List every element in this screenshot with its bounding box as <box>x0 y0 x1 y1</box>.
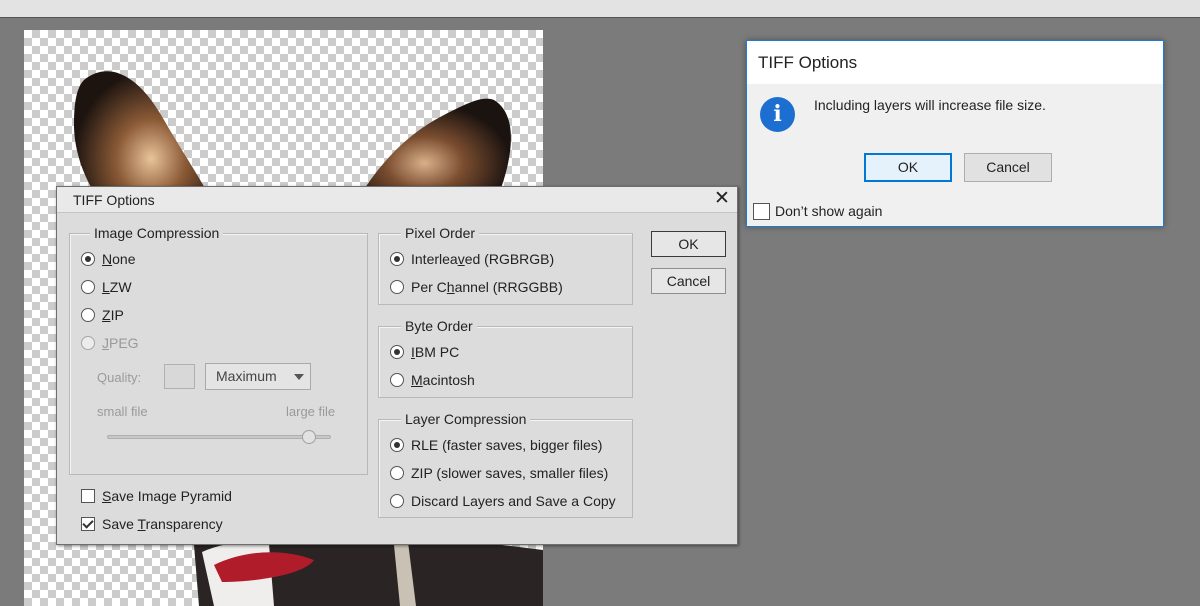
quality-input <box>164 364 195 389</box>
layer-compression-discard-option[interactable]: Discard Layers and Save a Copy <box>390 492 616 510</box>
compression-none-option[interactable]: None <box>81 250 135 268</box>
chevron-down-icon <box>294 374 304 380</box>
message-cancel-button[interactable]: Cancel <box>964 153 1052 182</box>
dialog-titlebar[interactable]: TIFF Options ✕ <box>57 187 737 213</box>
byte-order-mac-option[interactable]: Macintosh <box>390 371 475 389</box>
message-box-title: TIFF Options <box>758 53 858 72</box>
message-text: Including layers will increase file size… <box>814 97 1046 113</box>
compression-none-label: None <box>102 251 136 267</box>
dont-show-again-label: Don’t show again <box>775 203 883 219</box>
per-channel-label: Per Channel (RRGGBB) <box>411 279 563 295</box>
radio-lzw[interactable] <box>81 280 95 294</box>
compression-zip-option[interactable]: ZIP <box>81 306 124 324</box>
save-transparency-checkbox[interactable] <box>81 517 95 531</box>
dont-show-again-checkbox[interactable] <box>753 202 770 220</box>
ibm-pc-label: IBM PC <box>411 344 460 360</box>
save-transparency-label: Save Transparency <box>102 516 223 532</box>
radio-discard-layers[interactable] <box>390 494 404 508</box>
layer-zip-label: ZIP (slower saves, smaller files) <box>411 465 609 481</box>
dialog-title: TIFF Options <box>73 192 155 208</box>
ok-button[interactable]: OK <box>651 231 726 257</box>
save-transparency-option[interactable]: Save Transparency <box>81 515 223 533</box>
dont-show-again-option[interactable]: Don’t show again <box>753 202 882 220</box>
cancel-button[interactable]: Cancel <box>651 268 726 294</box>
byte-order-ibm-option[interactable]: IBM PC <box>390 343 459 361</box>
save-image-pyramid-label: Save Image Pyramid <box>102 488 232 504</box>
radio-none[interactable] <box>81 252 95 266</box>
radio-per-channel[interactable] <box>390 280 404 294</box>
message-ok-button[interactable]: OK <box>864 153 952 182</box>
radio-layer-zip[interactable] <box>390 466 404 480</box>
image-compression-label: Image Compression <box>90 225 224 241</box>
message-box: TIFF Options i Including layers will inc… <box>746 40 1164 227</box>
info-icon: i <box>760 97 795 132</box>
close-icon[interactable]: ✕ <box>711 188 733 210</box>
radio-rle[interactable] <box>390 438 404 452</box>
macintosh-label: Macintosh <box>411 372 475 388</box>
quality-select: Maximum <box>205 363 311 390</box>
tiff-options-dialog: TIFF Options ✕ Image Compression None LZ… <box>56 186 738 545</box>
pixel-order-interleaved-option[interactable]: Interleaved (RGBRGB) <box>390 250 554 268</box>
quality-label: Quality: <box>97 370 142 385</box>
discard-layers-label: Discard Layers and Save a Copy <box>411 493 616 509</box>
save-image-pyramid-option[interactable]: Save Image Pyramid <box>81 487 232 505</box>
save-image-pyramid-checkbox[interactable] <box>81 489 95 503</box>
layer-compression-rle-option[interactable]: RLE (faster saves, bigger files) <box>390 436 602 454</box>
radio-macintosh[interactable] <box>390 373 404 387</box>
message-box-titlebar[interactable]: TIFF Options <box>747 41 1163 84</box>
rle-label: RLE (faster saves, bigger files) <box>411 437 603 453</box>
layer-compression-zip-option[interactable]: ZIP (slower saves, smaller files) <box>390 464 608 482</box>
quality-slider-track <box>107 435 331 439</box>
radio-jpeg <box>81 336 95 350</box>
large-file-label: large file <box>286 404 336 419</box>
compression-lzw-label: LZW <box>102 279 132 295</box>
quality-slider-thumb <box>301 430 316 444</box>
byte-order-label: Byte Order <box>401 318 477 334</box>
layer-compression-label: Layer Compression <box>401 411 531 427</box>
top-strip <box>0 0 1200 18</box>
compression-zip-label: ZIP <box>102 307 124 323</box>
radio-ibm-pc[interactable] <box>390 345 404 359</box>
compression-jpeg-label: JPEG <box>102 335 139 351</box>
radio-zip[interactable] <box>81 308 95 322</box>
compression-jpeg-option: JPEG <box>81 334 139 352</box>
quality-select-value: Maximum <box>216 368 277 384</box>
radio-interleaved[interactable] <box>390 252 404 266</box>
small-file-label: small file <box>97 404 148 419</box>
interleaved-label: Interleaved (RGBRGB) <box>411 251 555 267</box>
pixel-order-label: Pixel Order <box>401 225 480 241</box>
compression-lzw-option[interactable]: LZW <box>81 278 132 296</box>
pixel-order-per-channel-option[interactable]: Per Channel (RRGGBB) <box>390 278 563 296</box>
